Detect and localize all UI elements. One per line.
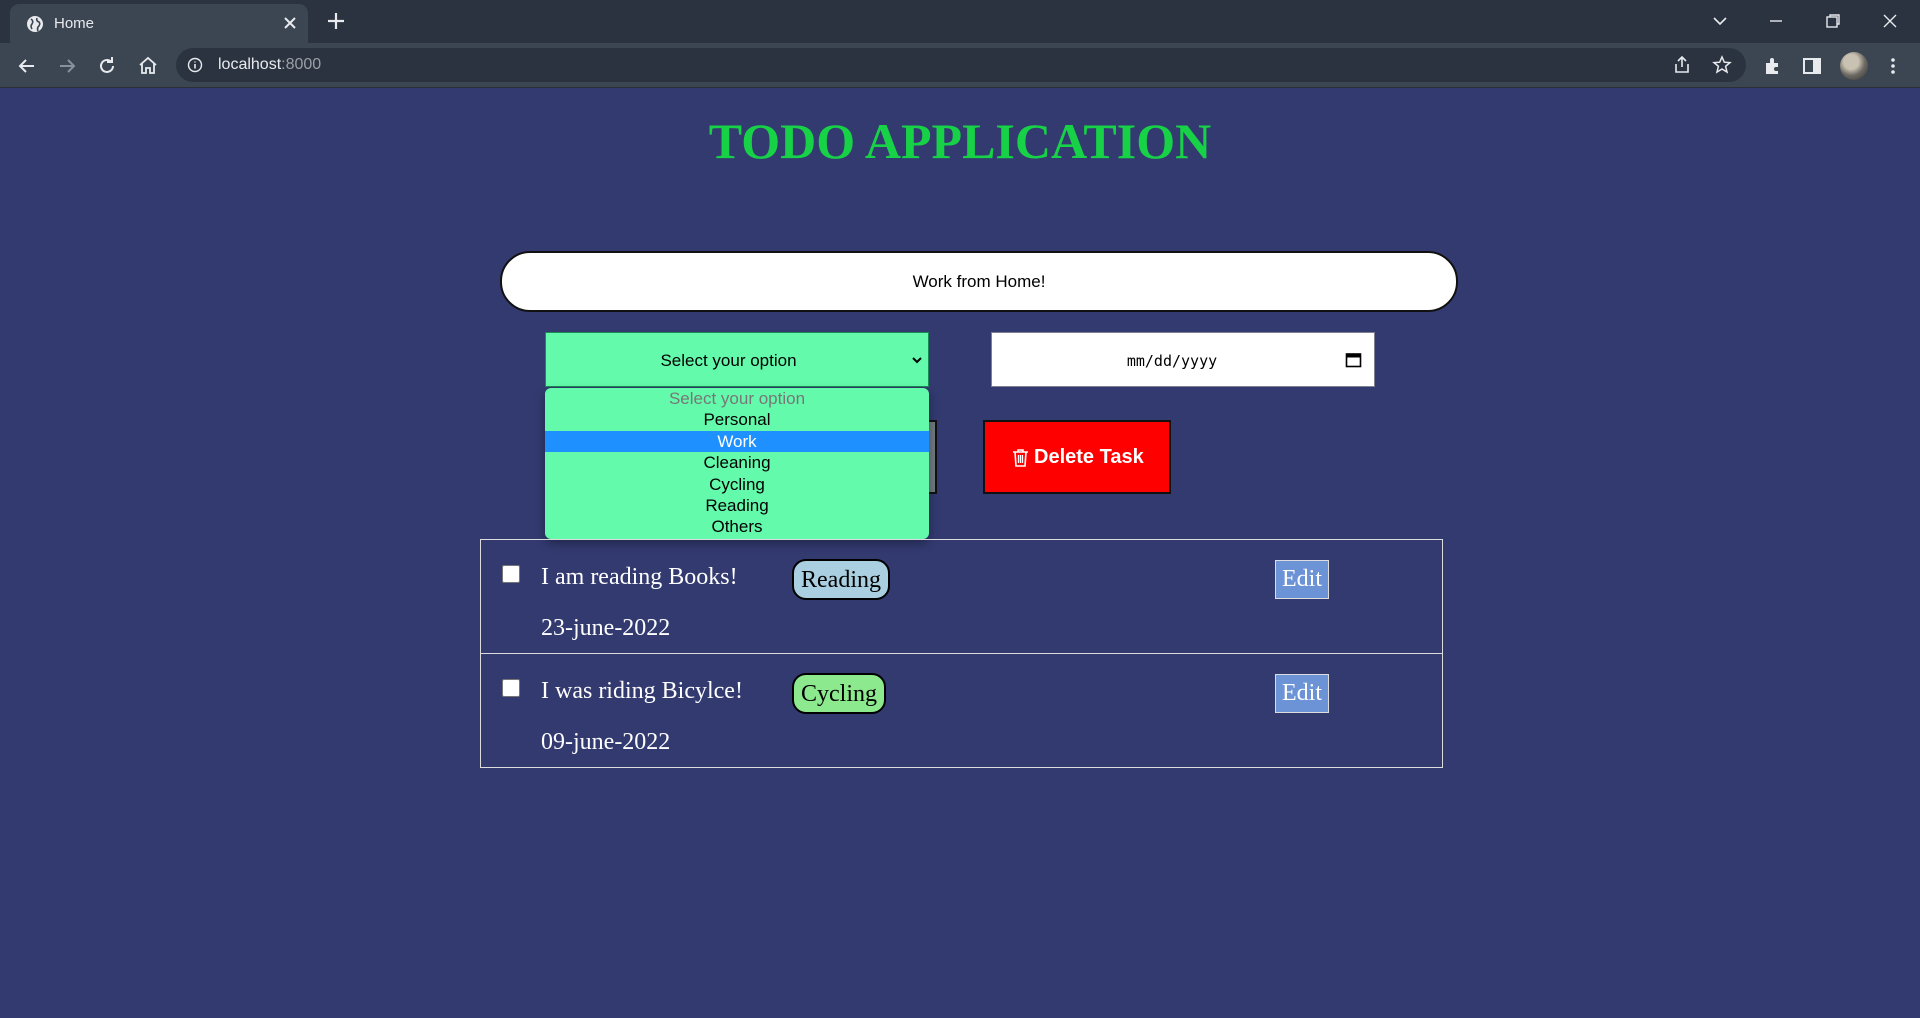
category-dropdown[interactable]: Select your option Personal Work Cleanin… <box>545 388 929 539</box>
browser-tab-home[interactable]: Home <box>10 4 308 43</box>
forward-icon[interactable] <box>55 54 79 78</box>
address-bar[interactable]: localhost:8000 <box>176 48 1746 82</box>
category-select[interactable]: Select your option <box>545 332 929 387</box>
task-checkbox[interactable] <box>502 565 520 583</box>
avatar[interactable] <box>1840 52 1868 80</box>
minimize-icon[interactable] <box>1764 9 1788 33</box>
menu-icon[interactable] <box>1881 54 1905 78</box>
task-list: I am reading Books! Reading Edit 23-june… <box>480 539 1443 768</box>
browser-toolbar: localhost:8000 <box>0 43 1920 88</box>
task-text: I was riding Bicylce! <box>541 678 743 704</box>
restore-icon[interactable] <box>1821 9 1845 33</box>
page-title: TODO APPLICATION <box>708 113 1212 169</box>
option-reading[interactable]: Reading <box>545 495 929 516</box>
edit-button[interactable]: Edit <box>1275 674 1329 713</box>
task-row: I was riding Bicylce! Cycling Edit 09-ju… <box>480 653 1443 768</box>
home-icon[interactable] <box>136 54 160 78</box>
task-row: I am reading Books! Reading Edit 23-june… <box>480 539 1443 654</box>
extensions-icon[interactable] <box>1761 54 1785 78</box>
reload-icon[interactable] <box>95 54 119 78</box>
option-personal[interactable]: Personal <box>545 409 929 430</box>
date-placeholder: mm/dd/yyyy <box>1126 352 1218 370</box>
tab-title: Home <box>54 15 95 32</box>
globe-icon <box>27 16 43 32</box>
tab-search-icon[interactable] <box>1708 9 1732 33</box>
edit-button[interactable]: Edit <box>1275 560 1329 599</box>
delete-task-label: Delete Task <box>1034 446 1144 468</box>
back-icon[interactable] <box>15 54 39 78</box>
task-date: 09-june-2022 <box>541 729 671 755</box>
chevron-down-icon <box>912 357 922 364</box>
close-icon[interactable] <box>282 15 298 31</box>
bookmark-star-icon[interactable] <box>1712 55 1732 75</box>
url-text: localhost:8000 <box>218 56 322 73</box>
calendar-icon[interactable] <box>1345 351 1362 368</box>
task-date: 23-june-2022 <box>541 615 671 641</box>
option-cleaning[interactable]: Cleaning <box>545 452 929 473</box>
category-select-value: Select your option <box>660 351 797 370</box>
task-input[interactable] <box>500 251 1458 312</box>
task-checkbox[interactable] <box>502 679 520 697</box>
delete-task-button[interactable]: Delete Task <box>983 420 1171 494</box>
option-work[interactable]: Work <box>545 430 929 453</box>
category-badge: Reading <box>792 559 890 600</box>
date-input[interactable]: mm/dd/yyyy <box>991 332 1375 387</box>
trash-icon <box>1013 449 1028 467</box>
side-panel-icon[interactable] <box>1800 54 1824 78</box>
close-window-icon[interactable] <box>1878 9 1902 33</box>
info-icon[interactable] <box>187 57 203 73</box>
task-text: I am reading Books! <box>541 564 738 590</box>
option-select-your-option[interactable]: Select your option <box>545 388 929 409</box>
option-cycling[interactable]: Cycling <box>545 474 929 495</box>
option-others[interactable]: Others <box>545 516 929 537</box>
share-icon[interactable] <box>1672 55 1692 75</box>
category-badge: Cycling <box>792 673 886 714</box>
new-tab-icon[interactable] <box>326 11 346 31</box>
browser-tab-strip: Home <box>0 0 1920 43</box>
